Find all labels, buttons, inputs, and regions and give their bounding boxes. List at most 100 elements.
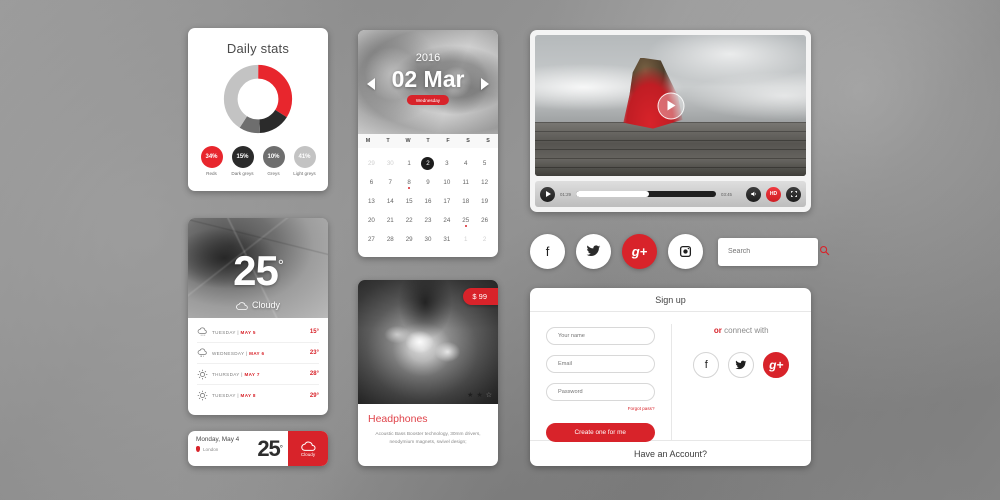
create-account-button[interactable]: Create one for me [546,423,655,442]
play-circle-icon[interactable] [657,92,684,119]
calendar-day-label: 22 [405,217,413,224]
signup-connect-panel: or connect with f g+ [670,324,812,440]
calendar-day[interactable]: 17 [437,192,456,211]
calendar-day[interactable]: 12 [475,173,494,192]
forecast-row[interactable]: TUESDAY | MAY 8 29° [197,385,319,406]
calendar-day[interactable]: 30 [419,230,438,249]
name-field[interactable] [546,327,655,345]
play-button[interactable] [540,186,555,202]
calendar-day-label: 17 [443,198,451,205]
google-plus-button[interactable]: g+ [763,352,790,378]
search-box[interactable] [718,237,830,266]
calendar-day[interactable]: 13 [362,192,381,211]
calendar-day[interactable]: 25 [456,211,475,230]
facebook-icon: f [545,244,550,259]
calendar-day[interactable]: 14 [381,192,400,211]
calendar-day[interactable]: 24 [437,211,456,230]
play-icon [667,100,676,111]
calendar-day[interactable]: 5 [475,154,494,173]
calendar-dow: S [466,138,470,144]
instagram-button[interactable] [668,234,703,269]
calendar-day[interactable]: 23 [419,211,438,230]
calendar-day[interactable]: 18 [456,192,475,211]
cloud-icon [236,301,248,310]
calendar-day[interactable]: 22 [400,211,419,230]
calendar-dow: T [426,138,430,144]
facebook-button[interactable]: f [530,234,565,269]
calendar-day[interactable]: 16 [419,192,438,211]
calendar-day[interactable]: 2 [475,230,494,249]
rating-stars[interactable]: ★ ★ ☆ [467,391,492,399]
calendar-day[interactable]: 9 [419,173,438,192]
calendar-dow: W [405,138,411,144]
calendar-day-label: 18 [462,198,470,205]
weather-summary-bar: Monday, May 4 London 25 ° Cloudy [188,431,328,466]
legend-item: 34% Reds [200,146,224,176]
calendar-day[interactable]: 1 [456,230,475,249]
calendar-day[interactable]: 11 [456,173,475,192]
forgot-password-link[interactable]: Forgot pass? [546,406,655,411]
calendar-day[interactable]: 27 [362,230,381,249]
calendar-day[interactable]: 10 [437,173,456,192]
progress-slider[interactable] [576,191,716,197]
calendar-day[interactable]: 6 [362,173,381,192]
calendar-day[interactable]: 3 [437,154,456,173]
calendar-day[interactable]: 26 [475,211,494,230]
calendar-day[interactable]: 31 [437,230,456,249]
forecast-day: TUESDAY | MAY 8 [212,393,256,398]
calendar-day[interactable]: 8 [400,173,419,192]
weather-bar-condition[interactable]: Cloudy [288,431,328,466]
forecast-day: THURSDAY | MAY 7 [212,371,260,377]
calendar-day[interactable]: 7 [381,173,400,192]
fullscreen-button[interactable] [786,186,801,202]
google-plus-button[interactable]: g+ [622,234,657,269]
calendar-day[interactable]: 1 [400,154,419,173]
location-pin-icon [196,446,200,452]
calendar-card: 2016 02 Mar Wednesday M T W T F S S 29 30… [358,30,498,257]
forecast-temp: 29° [309,392,319,399]
video-player-card: 01:29 03:45 HD [530,30,811,212]
calendar-day[interactable]: 15 [400,192,419,211]
volume-button[interactable] [746,186,761,202]
star-filled-icon: ★ [476,392,483,399]
forecast-row[interactable]: WEDNESDAY | MAY 6 23° [197,343,319,364]
calendar-day-label: 20 [367,217,375,224]
forecast-row[interactable]: TUESDAY | MAY 5 15° [197,322,319,343]
weather-bar-city: London [196,446,250,452]
facebook-button[interactable]: f [693,352,720,378]
total-time: 03:45 [721,191,732,197]
calendar-day[interactable]: 20 [362,211,381,230]
calendar-day[interactable]: 29 [362,154,381,173]
calendar-day[interactable]: 19 [475,192,494,211]
calendar-day-label: 30 [386,160,394,167]
legend-bubble: 15% [231,146,254,168]
calendar-day-label: 1 [463,236,468,243]
video-screen[interactable] [535,35,806,176]
email-field[interactable] [546,355,655,373]
calendar-day-label: 28 [386,236,394,243]
password-field[interactable] [546,383,655,401]
calendar-day[interactable]: 30 [381,154,400,173]
twitter-icon [735,360,747,369]
weather-bar-city-label: London [203,446,219,452]
have-account-link[interactable]: Have an Account? [530,440,811,466]
calendar-day[interactable]: 4 [456,154,475,173]
calendar-day[interactable]: 21 [381,211,400,230]
twitter-button[interactable] [728,352,755,378]
weather-card: 25° Cloudy TUESDAY | MAY 5 15° WEDNESDAY… [188,218,328,415]
search-input[interactable] [728,248,819,255]
twitter-button[interactable] [576,234,611,269]
hd-button[interactable]: HD [766,186,781,202]
calendar-day[interactable]: 29 [400,230,419,249]
calendar-day-selected[interactable]: 2 [419,154,438,173]
calendar-day-label: 16 [424,198,432,205]
calendar-day-label: 26 [481,217,489,224]
forecast-day: TUESDAY | MAY 5 [212,329,256,335]
calendar-day-label: 12 [481,179,489,186]
sun-icon [197,369,212,380]
cloud-rain-icon [197,348,212,358]
calendar-day[interactable]: 28 [381,230,400,249]
forecast-row[interactable]: THURSDAY | MAY 7 28° [197,364,319,385]
search-icon[interactable] [819,245,830,259]
calendar-day-label: 13 [367,198,375,205]
